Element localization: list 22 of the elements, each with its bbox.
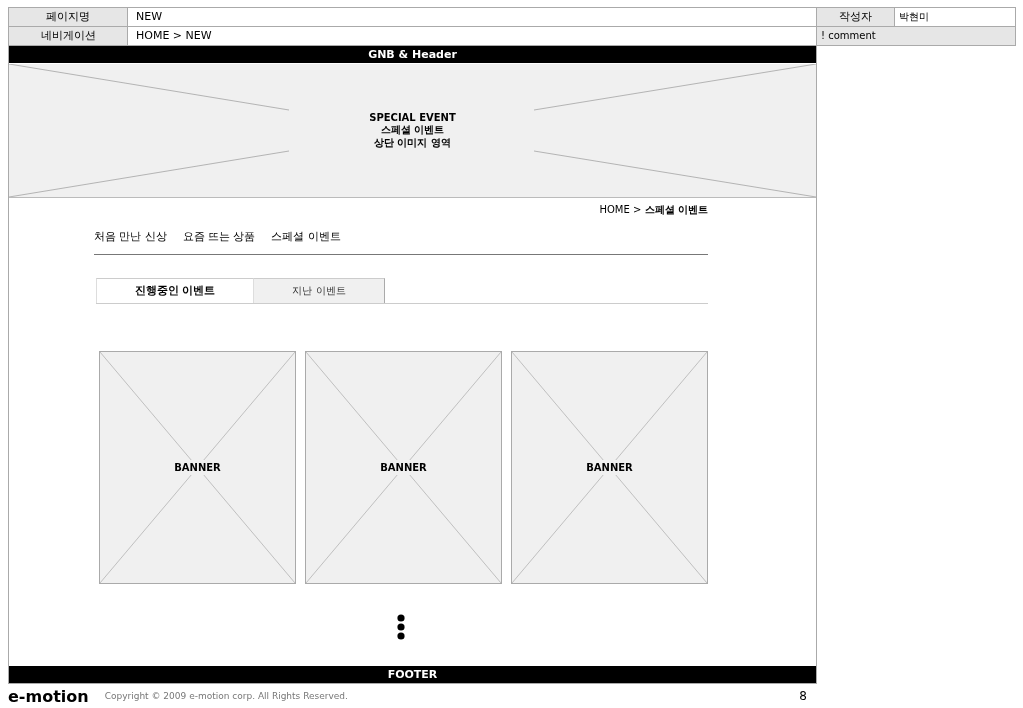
page-name-text: NEW	[128, 8, 817, 27]
comment-text: ! comment	[817, 27, 1016, 46]
menu-link[interactable]: 스페셜 이벤트	[271, 230, 341, 244]
header-bar: GNB & Header	[9, 46, 816, 63]
copyright-text: Copyright © 2009 e-motion corp. All Rights Reserved.	[104, 691, 349, 701]
navigation-text: HOME > NEW	[128, 27, 817, 46]
breadcrumb: HOME > 스페셜 이벤트	[599, 203, 708, 217]
page-number: 8	[799, 689, 807, 703]
label-text: 네비게이션	[8, 27, 128, 46]
hero-text: SPECIAL EVENT	[369, 111, 456, 125]
label-text: 페이지명	[8, 8, 128, 27]
logo: e-motion	[8, 686, 89, 706]
hero-text: 상단 이미지 영역	[373, 136, 452, 150]
author-text: 박현미	[895, 8, 1016, 27]
more-dots-icon	[396, 614, 405, 640]
tab[interactable]: 지난 이벤트	[253, 278, 385, 303]
tab[interactable]: 진행중인 이벤트	[96, 278, 253, 303]
footer-bar: FOOTER	[9, 666, 816, 683]
menu-link[interactable]: 요즘 뜨는 상품	[182, 230, 256, 244]
menu-link[interactable]: 처음 만난 신상	[94, 230, 167, 244]
hero-text: 스페셜 이벤트	[379, 124, 446, 137]
label-text: 작성자	[817, 8, 895, 27]
